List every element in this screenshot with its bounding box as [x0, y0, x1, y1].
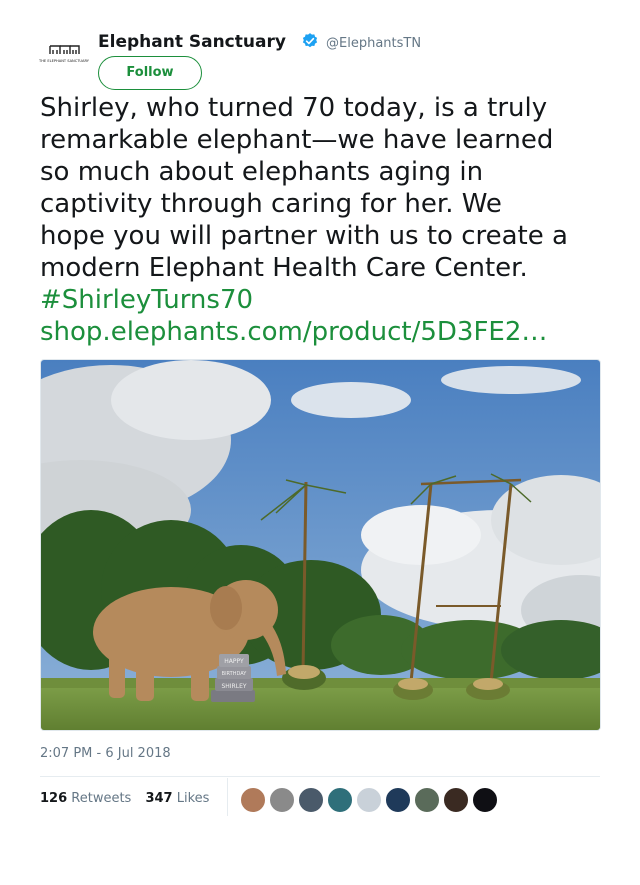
- tweet-line: hope you will partner with us to create …: [40, 221, 568, 251]
- engagement-stats: 126 Retweets 347 Likes: [40, 791, 209, 806]
- divider: [40, 776, 600, 777]
- likes-count[interactable]: 347: [145, 791, 172, 806]
- tweet-timestamp[interactable]: 2:07 PM - 6 Jul 2018: [40, 746, 171, 761]
- liker-avatar[interactable]: [269, 787, 295, 813]
- tweet-line: captivity through caring for her. We: [40, 189, 502, 219]
- logo-text: THE ELEPHANT SANCTUARY: [38, 59, 90, 63]
- liker-avatar[interactable]: [240, 787, 266, 813]
- tweet-line: Shirley, who turned 70 today, is a truly: [40, 93, 548, 123]
- stats-separator: [227, 778, 228, 816]
- likes-label[interactable]: Likes: [177, 791, 210, 806]
- verified-badge-icon: [302, 33, 318, 48]
- liker-avatar[interactable]: [472, 787, 498, 813]
- liker-avatar[interactable]: [414, 787, 440, 813]
- follow-button[interactable]: Follow: [98, 56, 202, 90]
- retweets-count[interactable]: 126: [40, 791, 67, 806]
- account-name[interactable]: Elephant Sanctuary: [98, 32, 286, 52]
- liker-avatar[interactable]: [385, 787, 411, 813]
- tweet-text: Shirley, who turned 70 today, is a truly…: [40, 92, 620, 348]
- tweet-line: so much about elephants aging in: [40, 157, 484, 187]
- liker-avatar[interactable]: [327, 787, 353, 813]
- account-handle[interactable]: @ElephantsTN: [326, 36, 421, 51]
- cake-text-birthday: BIRTHDAY: [222, 671, 248, 677]
- tweet-line: modern Elephant Health Care Center.: [40, 253, 528, 283]
- liker-avatar[interactable]: [443, 787, 469, 813]
- tweet-card: THE ELEPHANT SANCTUARY Elephant Sanctuar…: [0, 0, 640, 885]
- cake-text-happy: HAPPY: [224, 658, 244, 665]
- tweet-photo[interactable]: HAPPY BIRTHDAY SHIRLEY: [40, 359, 601, 731]
- sanctuary-logo[interactable]: THE ELEPHANT SANCTUARY: [38, 40, 90, 66]
- liker-avatar[interactable]: [356, 787, 382, 813]
- tweet-line: remarkable elephant—we have learned: [40, 125, 554, 155]
- cake-text-shirley: SHIRLEY: [221, 683, 246, 690]
- product-link[interactable]: shop.elephants.com/product/5D3FE2…: [40, 316, 620, 348]
- retweets-label[interactable]: Retweets: [71, 791, 131, 806]
- hashtag-link[interactable]: #ShirleyTurns70: [40, 284, 620, 316]
- liker-avatar[interactable]: [298, 787, 324, 813]
